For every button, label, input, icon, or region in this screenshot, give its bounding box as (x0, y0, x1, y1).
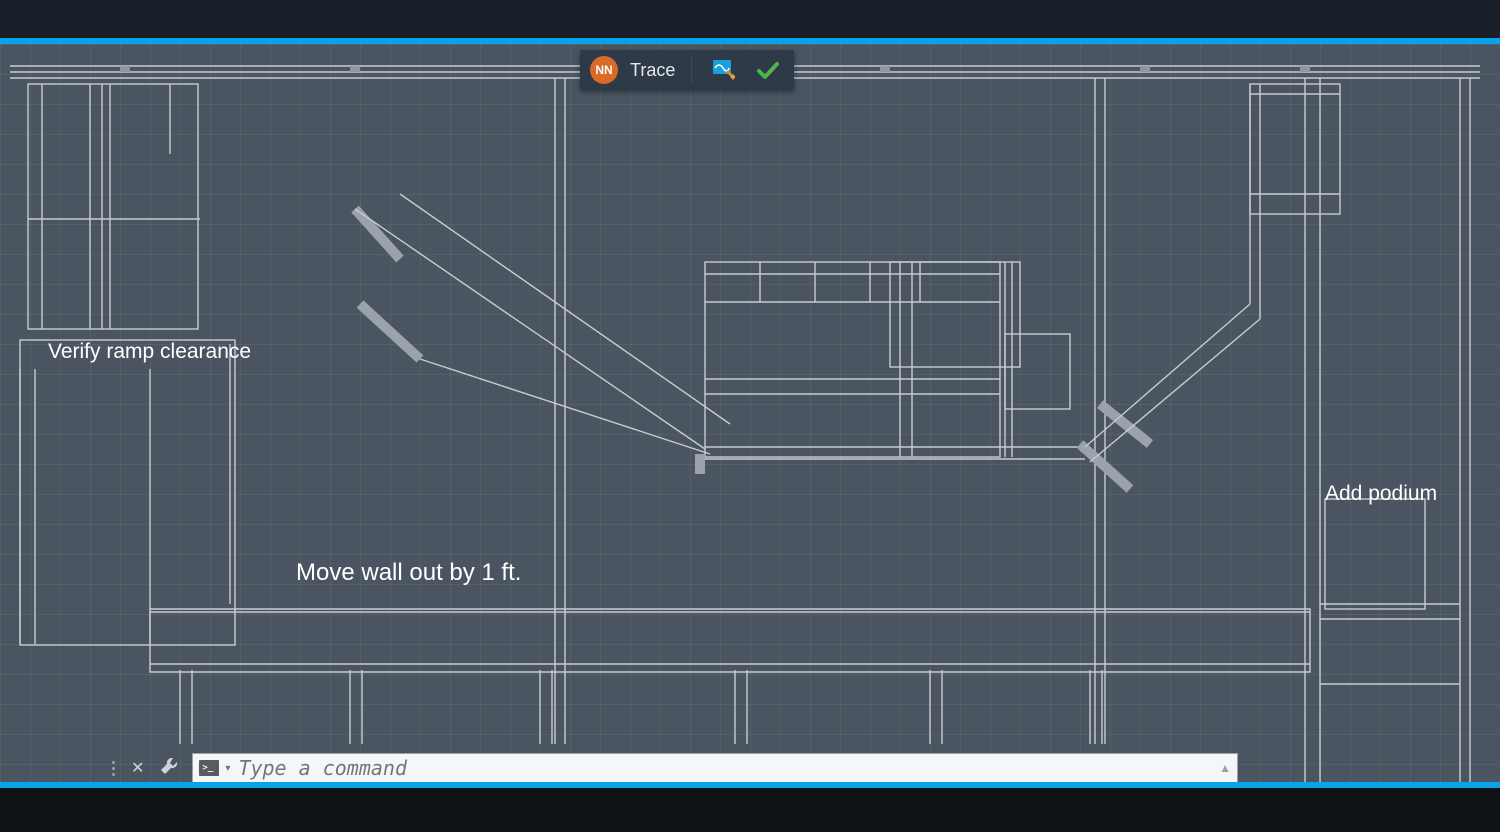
user-avatar[interactable]: NN (590, 56, 618, 84)
toolbar-separator (691, 57, 692, 83)
trace-settings-icon (713, 60, 735, 80)
wrench-icon (159, 755, 181, 777)
command-bar: ✕ ▾ ▲ (108, 751, 1238, 785)
accent-bar-bottom (0, 782, 1500, 788)
annotation-ramp: Verify ramp clearance (48, 340, 251, 364)
floorplan-drawing (0, 44, 1500, 788)
command-bar-expand-button[interactable]: ▲ (1219, 761, 1231, 775)
trace-label: Trace (630, 60, 675, 81)
command-bar-drag-handle[interactable] (108, 761, 119, 776)
trace-confirm-button[interactable] (752, 54, 784, 86)
command-history-dropdown[interactable]: ▾ (225, 763, 230, 774)
title-bar (0, 0, 1500, 38)
command-bar-close-button[interactable]: ✕ (127, 754, 148, 782)
annotation-wall: Move wall out by 1 ft. (296, 559, 521, 587)
trace-settings-button[interactable] (708, 54, 740, 86)
command-prompt-icon (199, 760, 219, 776)
checkmark-icon (756, 60, 780, 80)
trace-toolbar: NN Trace (580, 50, 794, 90)
drawing-canvas[interactable]: Verify ramp clearance Move wall out by 1… (0, 44, 1500, 788)
command-input[interactable] (236, 755, 1213, 781)
command-bar-customize-button[interactable] (156, 752, 184, 785)
annotation-podium: Add podium (1325, 482, 1437, 506)
command-input-container[interactable]: ▾ ▲ (192, 753, 1238, 783)
